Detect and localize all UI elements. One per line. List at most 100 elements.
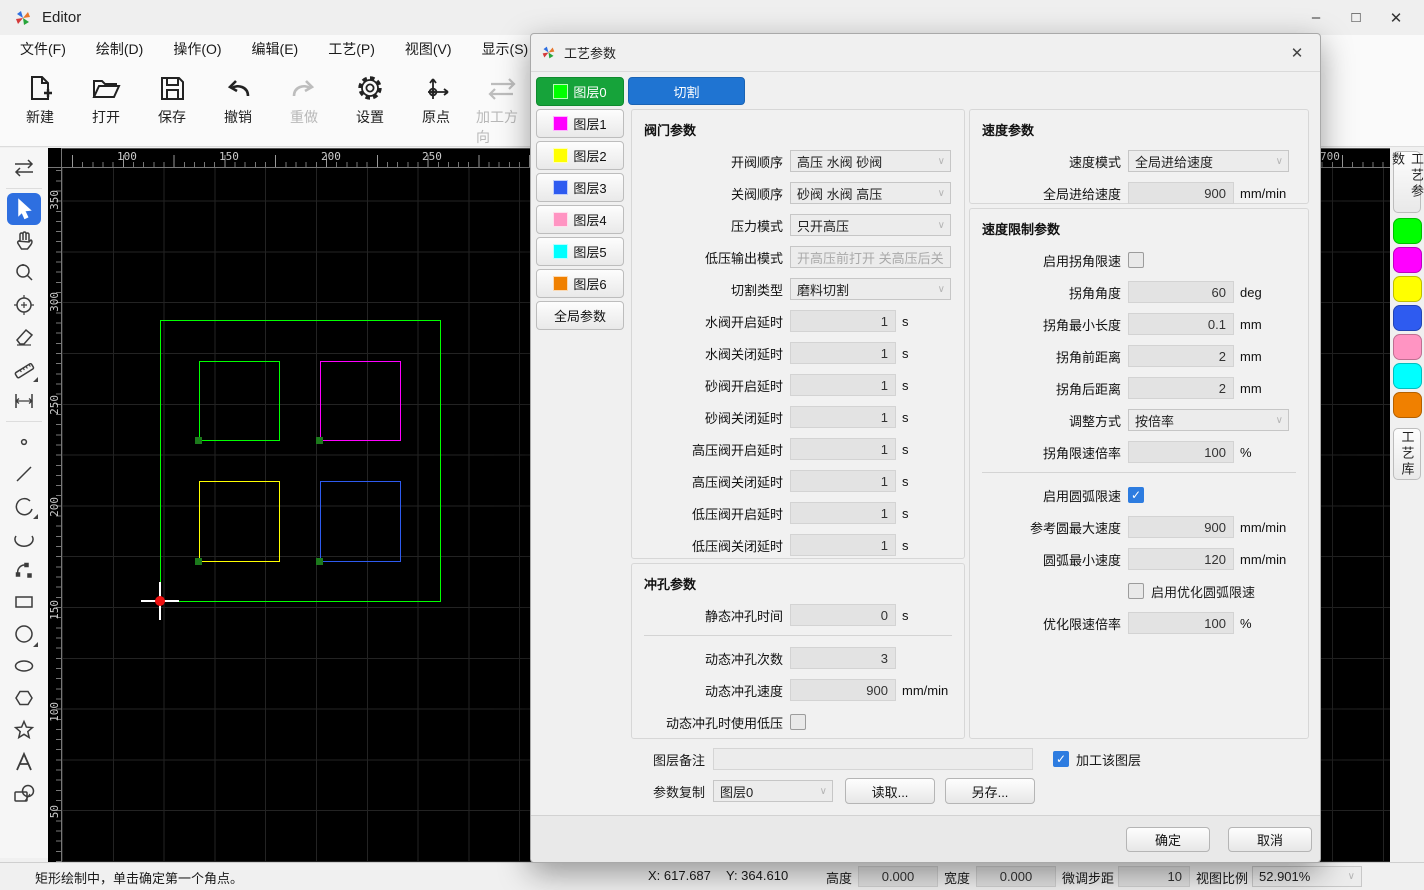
close-valve-order-select[interactable]: 砂阀 水阀 高压∨ [790, 182, 951, 204]
enable-arc-limit-checkbox[interactable]: ✓ [1128, 487, 1144, 503]
menu-edit[interactable]: 编辑(E) [252, 39, 299, 59]
ok-button[interactable]: 确定 [1126, 827, 1210, 852]
layer-note-input[interactable] [713, 748, 1033, 770]
water-valve-close-delay-field[interactable]: 1 [790, 342, 896, 364]
layer-button-4[interactable]: 图层4 [536, 205, 624, 234]
tool-arc-polyline[interactable] [7, 554, 41, 586]
param-copy-select[interactable]: 图层0∨ [713, 780, 833, 802]
tool-text[interactable] [7, 746, 41, 778]
new-button[interactable]: 新建 [14, 67, 66, 127]
layer-color-chip-orange[interactable] [1393, 392, 1422, 418]
read-button[interactable]: 读取... [845, 778, 935, 804]
undo-button[interactable]: 撤销 [212, 67, 264, 127]
dynamic-punch-low-pressure-checkbox[interactable] [790, 714, 806, 730]
square-top-right[interactable] [320, 361, 401, 441]
layer-color-chip-cyan[interactable] [1393, 363, 1422, 389]
origin-button[interactable]: 原点 [410, 67, 462, 127]
static-punch-time-field[interactable]: 0 [790, 604, 896, 626]
menu-draw[interactable]: 绘制(D) [96, 39, 143, 59]
hp-valve-close-delay-field[interactable]: 1 [790, 470, 896, 492]
tool-shapes[interactable] [7, 778, 41, 810]
tab-cut[interactable]: 切割 [628, 77, 745, 105]
tool-ellipse[interactable] [7, 650, 41, 682]
layer-button-1[interactable]: 图层1 [536, 109, 624, 138]
settings-button[interactable]: 设置 [344, 67, 396, 127]
open-valve-order-select[interactable]: 高压 水阀 砂阀∨ [790, 150, 951, 172]
tool-line[interactable] [7, 458, 41, 490]
minimize-button[interactable]: – [1296, 0, 1336, 35]
layer-button-0[interactable]: 图层0 [536, 77, 624, 106]
menu-view[interactable]: 视图(V) [405, 39, 452, 59]
cancel-button[interactable]: 取消 [1228, 827, 1312, 852]
layer-button-3[interactable]: 图层3 [536, 173, 624, 202]
tool-zoom[interactable] [7, 257, 41, 289]
tool-measure[interactable] [7, 385, 41, 417]
save-as-button[interactable]: 另存... [945, 778, 1035, 804]
tool-arc-chord[interactable] [7, 522, 41, 554]
speed-mode-select[interactable]: 全局进给速度∨ [1128, 150, 1289, 172]
enable-corner-limit-checkbox[interactable] [1128, 252, 1144, 268]
process-this-layer-checkbox[interactable]: ✓ [1053, 751, 1069, 767]
sand-valve-open-delay-field[interactable]: 1 [790, 374, 896, 396]
tool-eraser[interactable] [7, 321, 41, 353]
global-params-button[interactable]: 全局参数 [536, 301, 624, 330]
corner-before-distance-field[interactable]: 2 [1128, 345, 1234, 367]
tool-point[interactable] [7, 426, 41, 458]
tool-select[interactable] [7, 193, 41, 225]
square-top-left[interactable] [199, 361, 280, 441]
open-button[interactable]: 打开 [80, 67, 132, 127]
enable-opt-arc-limit-checkbox[interactable] [1128, 583, 1144, 599]
square-bottom-right[interactable] [320, 481, 401, 562]
water-valve-open-delay-field[interactable]: 1 [790, 310, 896, 332]
layer-button-2[interactable]: 图层2 [536, 141, 624, 170]
sand-valve-close-delay-field[interactable]: 1 [790, 406, 896, 428]
close-button[interactable]: ✕ [1376, 0, 1416, 35]
menu-operate[interactable]: 操作(O) [173, 39, 221, 59]
process-params-sidebar-button[interactable]: 工艺参数 [1393, 151, 1421, 213]
arc-min-speed-field[interactable]: 120 [1128, 548, 1234, 570]
dialog-close-button[interactable]: ✕ [1282, 38, 1312, 68]
layer-button-6[interactable]: 图层6 [536, 269, 624, 298]
menu-file[interactable]: 文件(F) [20, 39, 66, 59]
layer-color-chip-green[interactable] [1393, 218, 1422, 244]
pressure-mode-select[interactable]: 只开高压∨ [790, 214, 951, 236]
corner-after-distance-field[interactable]: 2 [1128, 377, 1234, 399]
adjust-mode-select[interactable]: 按倍率∨ [1128, 409, 1289, 431]
global-feed-speed-field[interactable]: 900 [1128, 182, 1234, 204]
menu-process[interactable]: 工艺(P) [328, 39, 375, 59]
tool-pan-hand[interactable] [7, 225, 41, 257]
corner-angle-field[interactable]: 60 [1128, 281, 1234, 303]
ref-circle-max-speed-field[interactable]: 900 [1128, 516, 1234, 538]
tool-swap[interactable] [7, 152, 41, 184]
lp-valve-open-delay-field[interactable]: 1 [790, 502, 896, 524]
dynamic-punch-speed-field[interactable]: 900 [790, 679, 896, 701]
tool-rectangle[interactable] [7, 586, 41, 618]
layer-color-chip-pink[interactable] [1393, 334, 1422, 360]
save-button[interactable]: 保存 [146, 67, 198, 127]
layer-button-5[interactable]: 图层5 [536, 237, 624, 266]
tool-move[interactable] [7, 289, 41, 321]
hp-valve-open-delay-field[interactable]: 1 [790, 438, 896, 460]
opt-limit-ratio-field[interactable]: 100 [1128, 612, 1234, 634]
step-field[interactable]: 10 [1118, 866, 1190, 887]
tool-star[interactable] [7, 714, 41, 746]
tool-polygon[interactable] [7, 682, 41, 714]
lp-valve-close-delay-field[interactable]: 1 [790, 534, 896, 556]
corner-min-length-field[interactable]: 0.1 [1128, 313, 1234, 335]
tool-circle[interactable] [7, 618, 41, 650]
layer-color-chip-magenta[interactable] [1393, 247, 1422, 273]
square-bottom-left[interactable] [199, 481, 280, 562]
corner-limit-ratio-field[interactable]: 100 [1128, 441, 1234, 463]
layer-color-chip-yellow[interactable] [1393, 276, 1422, 302]
maximize-button[interactable]: □ [1336, 0, 1376, 35]
layer-color-chip-blue[interactable] [1393, 305, 1422, 331]
width-field[interactable]: 0.000 [976, 866, 1056, 887]
cut-type-select[interactable]: 磨料切割∨ [790, 278, 951, 300]
tool-arc[interactable] [7, 490, 41, 522]
process-library-sidebar-button[interactable]: 工艺库 [1393, 428, 1421, 480]
tool-ruler[interactable] [7, 353, 41, 385]
menu-display[interactable]: 显示(S) [482, 39, 529, 59]
height-field[interactable]: 0.000 [858, 866, 938, 887]
zoom-select[interactable]: 52.901% ∨ [1252, 866, 1362, 887]
dynamic-punch-count-field[interactable]: 3 [790, 647, 896, 669]
